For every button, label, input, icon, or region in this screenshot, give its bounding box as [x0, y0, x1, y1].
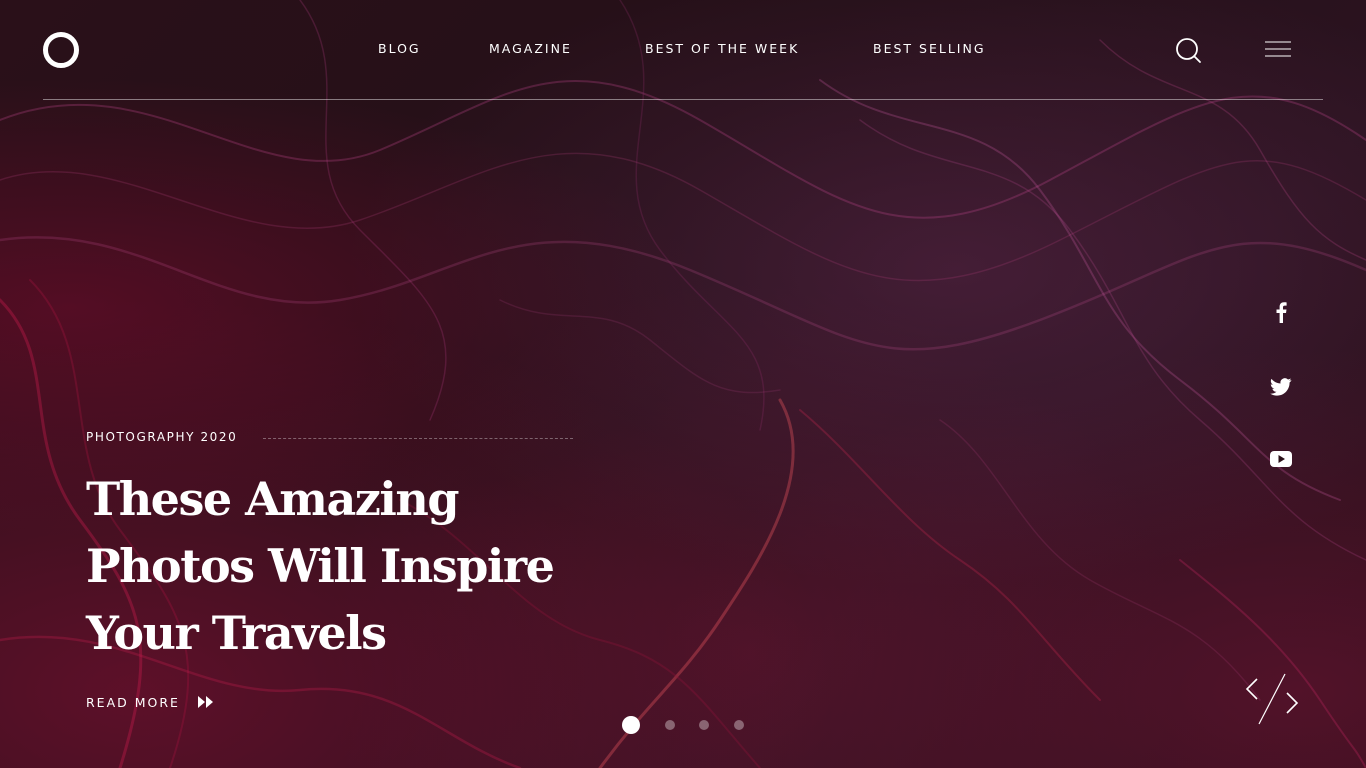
twitter-link[interactable]	[1268, 375, 1294, 399]
search-button[interactable]	[1174, 36, 1202, 64]
category-label: PHOTOGRAPHY 2020	[86, 430, 238, 444]
read-more-link[interactable]: READ MORE	[86, 693, 216, 711]
facebook-link[interactable]	[1268, 300, 1294, 324]
chevron-right-icon	[1286, 692, 1299, 714]
headline-line: Your Travels	[86, 606, 387, 660]
headline-line: These Amazing	[86, 472, 460, 526]
pagination-dot-active[interactable]	[622, 716, 640, 734]
double-play-arrow-icon	[197, 696, 213, 708]
read-more-label: READ MORE	[86, 694, 180, 710]
hero-headline: These Amazing Photos Will Inspire Your T…	[86, 466, 606, 667]
nav-item-best-of-the-week[interactable]: BEST OF THE WEEK	[645, 41, 799, 56]
pagination-dot[interactable]	[734, 720, 744, 730]
category-divider	[263, 438, 573, 439]
header-divider	[43, 99, 1323, 100]
hamburger-menu-icon	[1265, 41, 1291, 57]
slider-arrows	[1243, 672, 1301, 726]
nav-item-best-selling[interactable]: BEST SELLING	[873, 41, 986, 56]
next-slide-button[interactable]	[1281, 688, 1301, 718]
youtube-icon	[1270, 451, 1292, 467]
pagination-dot[interactable]	[665, 720, 675, 730]
search-icon	[1176, 38, 1201, 63]
nav-item-magazine[interactable]: MAGAZINE	[489, 41, 572, 56]
category-row: PHOTOGRAPHY 2020	[86, 430, 576, 448]
youtube-link[interactable]	[1268, 447, 1294, 471]
main-nav: BLOG MAGAZINE BEST OF THE WEEK BEST SELL…	[0, 41, 1366, 59]
headline-line: Photos Will Inspire	[86, 539, 555, 593]
twitter-icon	[1270, 378, 1292, 396]
hero-section: BLOG MAGAZINE BEST OF THE WEEK BEST SELL…	[0, 0, 1366, 768]
facebook-icon	[1276, 302, 1287, 323]
pagination-dot[interactable]	[699, 720, 709, 730]
nav-item-blog[interactable]: BLOG	[378, 41, 421, 56]
menu-button[interactable]	[1264, 40, 1292, 60]
